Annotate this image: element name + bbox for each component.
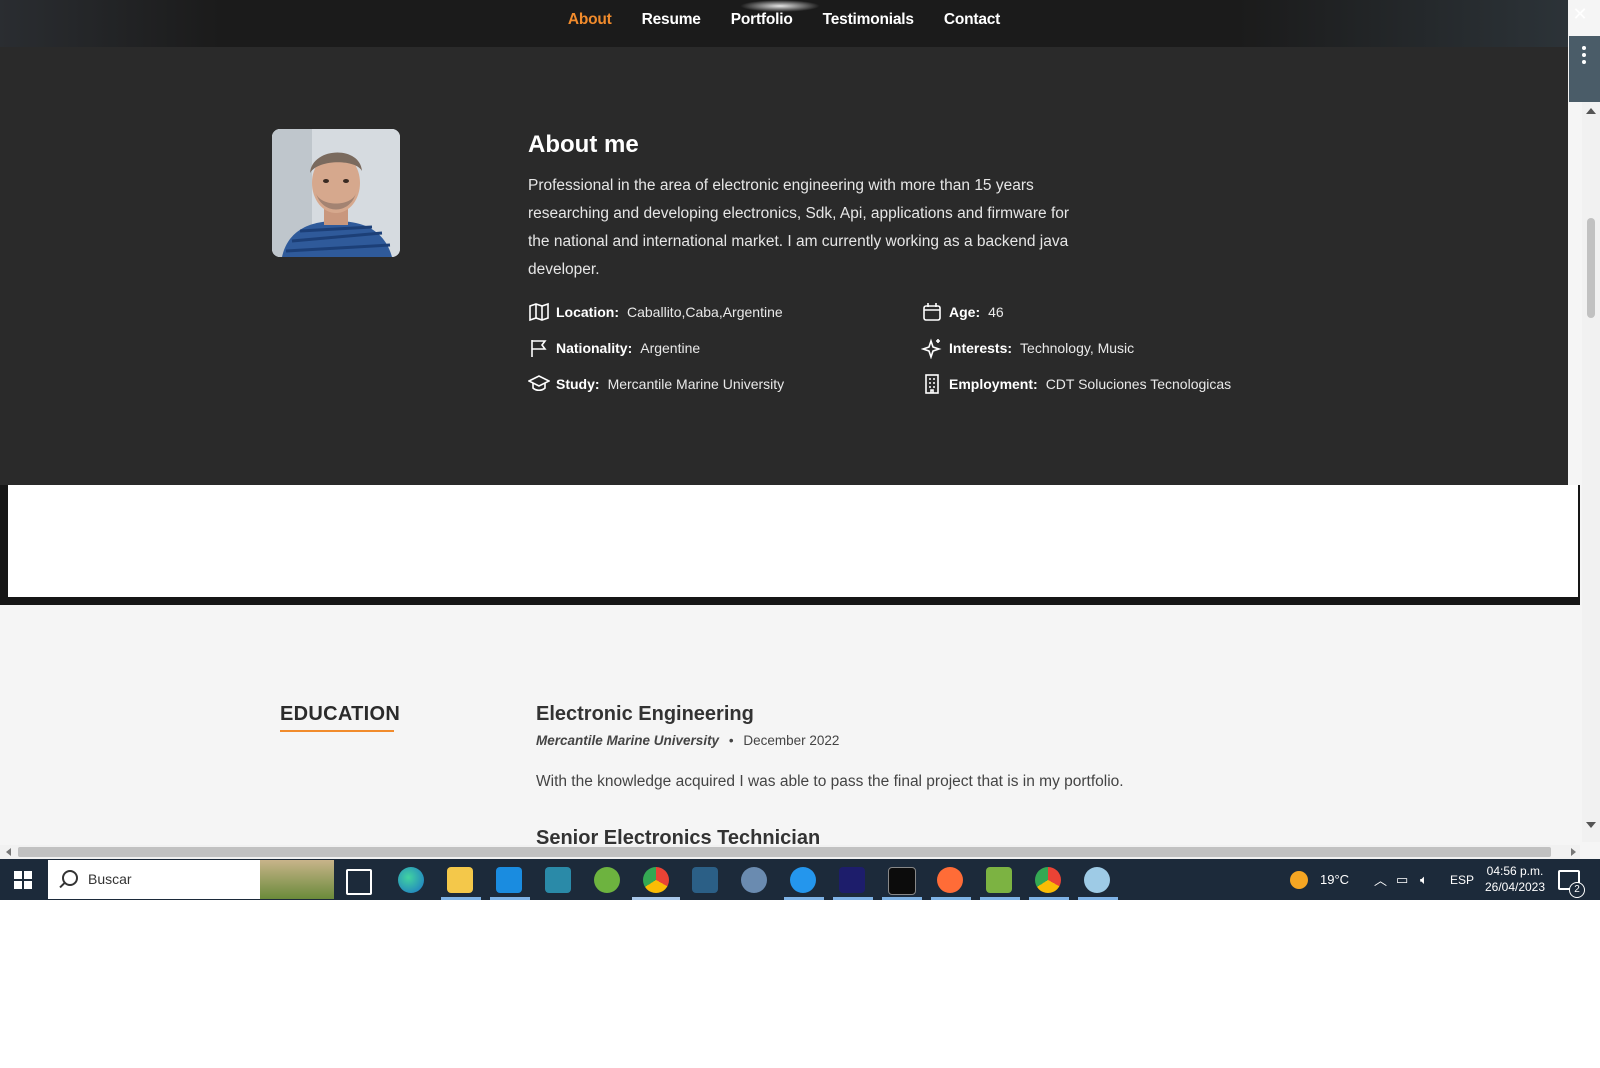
app-icon[interactable]: [545, 867, 571, 893]
avatar: [272, 129, 400, 257]
nav-resume[interactable]: Resume: [642, 11, 701, 29]
close-icon[interactable]: ✕: [1570, 4, 1590, 24]
about-title: About me: [528, 131, 639, 158]
fact-location: Location: Caballito,Caba,Argentine: [528, 301, 783, 323]
fact-employment: Employment: CDT Soluciones Tecnologicas: [921, 373, 1231, 395]
nav-testimonials[interactable]: Testimonials: [823, 11, 914, 29]
top-navigation: About Resume Portfolio Testimonials Cont…: [0, 0, 1568, 47]
scroll-left-icon[interactable]: [6, 848, 11, 856]
building-icon: [921, 373, 943, 395]
search-icon: [62, 870, 78, 886]
search-highlight-image: [260, 860, 334, 899]
resume-item-description: With the knowledge acquired I was able t…: [536, 773, 1124, 790]
heading-underline: [280, 730, 394, 732]
sparkles-icon: [920, 337, 943, 360]
network-icon[interactable]: ▭: [1396, 859, 1408, 900]
mysql-workbench-icon[interactable]: [692, 867, 718, 893]
resume-section: EDUCATION Electronic Engineering Mercant…: [0, 605, 1568, 849]
institution: Mercantile Marine University: [536, 733, 720, 748]
weather-temp: 19°C: [1320, 872, 1350, 887]
about-description: Professional in the area of electronic e…: [528, 177, 1070, 278]
scroll-up-icon[interactable]: [1586, 108, 1596, 114]
resume-item-meta: Mercantile Marine University • December …: [536, 733, 839, 748]
about-section: About me Professional in the area of ele…: [0, 47, 1568, 485]
calendar-icon: [921, 301, 943, 323]
task-view-icon[interactable]: [346, 869, 372, 895]
nav-links: About Resume Portfolio Testimonials Cont…: [0, 11, 1568, 29]
chrome-profile-icon[interactable]: [1035, 867, 1061, 893]
vscode-icon[interactable]: [496, 867, 522, 893]
clock-date: 26/04/2023: [1484, 880, 1546, 894]
fact-value: Caballito,Caba,Argentine: [627, 304, 783, 320]
system-clock[interactable]: 04:56 p.m. 26/04/2023: [1480, 863, 1550, 895]
graduation-cap-icon: [527, 373, 551, 395]
nav-contact[interactable]: Contact: [944, 11, 1000, 29]
section-divider: [0, 485, 1580, 605]
sun-icon: [1290, 870, 1308, 889]
more-options-icon[interactable]: [1569, 36, 1600, 102]
fact-value: 46: [988, 304, 1004, 320]
flag-icon: [528, 337, 550, 359]
fact-value: Mercantile Marine University: [607, 376, 785, 392]
fact-value: CDT Soluciones Tecnologicas: [1045, 376, 1232, 392]
resume-date: December 2022: [743, 733, 840, 748]
weather-widget[interactable]: 19°C: [1290, 859, 1349, 900]
spring-icon[interactable]: [594, 867, 620, 893]
taskbar: Buscar 19°C ︿ ▭ 🔈︎ ESP 04:56 p.m. 26/04/…: [0, 859, 1600, 900]
fact-study: Study: Mercantile Marine University: [527, 373, 785, 395]
search-placeholder: Buscar: [88, 871, 132, 887]
resume-item-title: Electronic Engineering: [536, 703, 754, 725]
nav-portfolio[interactable]: Portfolio: [731, 11, 793, 29]
intellij-icon[interactable]: [839, 867, 865, 893]
scroll-right-icon[interactable]: [1571, 848, 1576, 856]
nav-about[interactable]: About: [568, 11, 612, 29]
separator-dot: •: [728, 733, 734, 748]
paint-icon[interactable]: [1084, 867, 1110, 893]
fact-age: Age: 46: [921, 301, 1004, 323]
scroll-down-icon[interactable]: [1586, 822, 1596, 828]
chart-app-icon[interactable]: [986, 867, 1012, 893]
chrome-icon[interactable]: [643, 867, 669, 893]
browser-viewport: About Resume Portfolio Testimonials Cont…: [0, 0, 1600, 900]
docker-icon[interactable]: [790, 867, 816, 893]
clock-time: 04:56 p.m.: [1486, 864, 1544, 878]
postgres-icon[interactable]: [741, 867, 767, 893]
scroll-thumb[interactable]: [18, 847, 1551, 857]
taskbar-search[interactable]: Buscar: [48, 860, 334, 899]
file-explorer-icon[interactable]: [447, 867, 473, 893]
tray-chevron-icon[interactable]: ︿: [1374, 859, 1387, 900]
horizontal-scrollbar[interactable]: [0, 845, 1580, 859]
terminal-icon[interactable]: [888, 867, 916, 895]
language-indicator[interactable]: ESP: [1450, 859, 1474, 900]
vertical-scrollbar[interactable]: [1582, 102, 1600, 842]
scroll-thumb[interactable]: [1587, 218, 1595, 318]
fact-interests: Interests: Technology, Music: [920, 337, 1135, 360]
education-heading: EDUCATION: [280, 703, 401, 725]
postman-icon[interactable]: [937, 867, 963, 893]
edge-icon[interactable]: [398, 867, 424, 893]
notification-badge: 2: [1569, 882, 1585, 898]
volume-icon[interactable]: 🔈︎: [1420, 859, 1428, 900]
windows-start-icon[interactable]: [14, 871, 32, 889]
fact-value: Technology, Music: [1020, 340, 1135, 356]
map-icon: [528, 301, 550, 323]
fact-value: Argentine: [640, 340, 701, 356]
fact-nationality: Nationality: Argentine: [528, 337, 700, 359]
